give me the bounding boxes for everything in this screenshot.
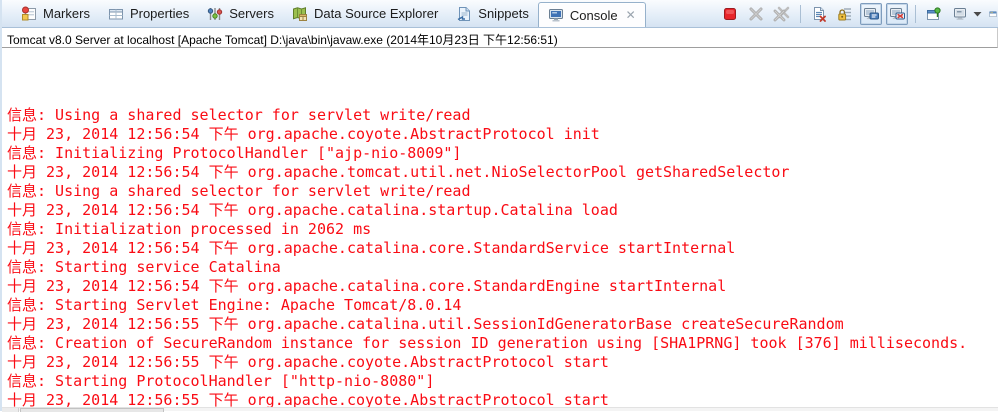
markers-icon	[21, 6, 37, 22]
console-log-line: 十月 23, 2014 12:56:54 下午 org.apache.catal…	[7, 239, 998, 258]
remove-launch-button	[745, 3, 767, 25]
remove-all-icon	[773, 6, 791, 22]
console-log-line: 十月 23, 2014 12:56:54 下午 org.apache.coyot…	[7, 125, 998, 144]
console-log-line: 信息: Creation of SecureRandom instance fo…	[7, 334, 998, 353]
console-log-line: 信息: Initializing ProtocolHandler ["ajp-n…	[7, 144, 998, 163]
show-stderr-toggle[interactable]	[886, 3, 908, 25]
console-log-line: 十月 23, 2014 12:56:54 下午 org.apache.catal…	[7, 277, 998, 296]
tab-snippets[interactable]: Snippets	[447, 1, 538, 27]
console-dropdown-arrow[interactable]	[973, 5, 982, 23]
tab-properties[interactable]: Properties	[99, 1, 198, 27]
console-description: Tomcat v8.0 Server at localhost [Apache …	[2, 28, 998, 48]
servers-icon	[207, 6, 223, 22]
scrollbar-thumb[interactable]	[20, 408, 164, 412]
terminate-button[interactable]	[719, 3, 741, 25]
stderr-monitor-icon	[889, 6, 905, 22]
scroll-lock-button[interactable]	[834, 3, 856, 25]
clear-console-icon	[811, 6, 827, 22]
scroll-lock-icon	[837, 6, 853, 22]
console-toolbar	[719, 2, 998, 26]
pin-console-icon	[926, 6, 942, 22]
tab-label: Snippets	[478, 6, 529, 21]
snippets-icon	[456, 6, 472, 22]
close-icon[interactable]: ✕	[626, 8, 636, 22]
console-view: Markers Properties	[0, 0, 998, 411]
remove-launch-icon	[748, 6, 764, 22]
toolbar-separator	[800, 5, 801, 23]
chevron-down-icon	[973, 10, 982, 18]
console-icon	[548, 7, 564, 23]
display-selected-console-button[interactable]	[949, 3, 971, 25]
console-log-line: 信息: Using a shared selector for servlet …	[7, 182, 998, 201]
console-log-line: 信息: Initialization processed in 2062 ms	[7, 220, 998, 239]
data-source-explorer-icon	[292, 6, 308, 22]
console-log-line: 信息: Using a shared selector for servlet …	[7, 106, 998, 125]
terminate-icon	[722, 6, 738, 22]
remove-all-terminated-button	[771, 3, 793, 25]
tab-markers[interactable]: Markers	[12, 1, 99, 27]
view-tab-bar: Markers Properties	[2, 0, 998, 28]
tab-console[interactable]: Console ✕	[538, 2, 646, 27]
console-output[interactable]: 信息: Using a shared selector for servlet …	[2, 48, 998, 410]
tab-label: Properties	[130, 6, 189, 21]
tab-label: Console	[570, 8, 618, 23]
toolbar-separator	[915, 5, 916, 23]
console-log-line: 十月 23, 2014 12:56:55 下午 org.apache.catal…	[7, 315, 998, 334]
tab-data-source-explorer[interactable]: Data Source Explorer	[283, 1, 447, 27]
pin-console-button[interactable]	[923, 3, 945, 25]
display-console-icon	[952, 6, 968, 22]
console-log-line: 十月 23, 2014 12:56:54 下午 org.apache.tomca…	[7, 163, 998, 182]
properties-icon	[108, 6, 124, 22]
stdout-monitor-icon	[863, 6, 879, 22]
console-log-line: 信息: Starting ProtocolHandler ["http-nio-…	[7, 372, 998, 391]
tab-servers[interactable]: Servers	[198, 1, 283, 27]
open-console-icon	[989, 6, 997, 22]
console-log-line: 十月 23, 2014 12:56:55 下午 org.apache.coyot…	[7, 353, 998, 372]
tab-label: Servers	[229, 6, 274, 21]
scrollbar-corner	[2, 408, 19, 412]
horizontal-scrollbar[interactable]	[2, 407, 998, 411]
tab-label: Markers	[43, 6, 90, 21]
open-console-button[interactable]	[988, 3, 998, 25]
console-log-line: 信息: Starting Servlet Engine: Apache Tomc…	[7, 296, 998, 315]
tab-label: Data Source Explorer	[314, 6, 438, 21]
show-stdout-toggle[interactable]	[860, 3, 882, 25]
clear-console-button[interactable]	[808, 3, 830, 25]
console-log-line: 信息: Starting service Catalina	[7, 258, 998, 277]
console-log-line: 十月 23, 2014 12:56:54 下午 org.apache.catal…	[7, 201, 998, 220]
